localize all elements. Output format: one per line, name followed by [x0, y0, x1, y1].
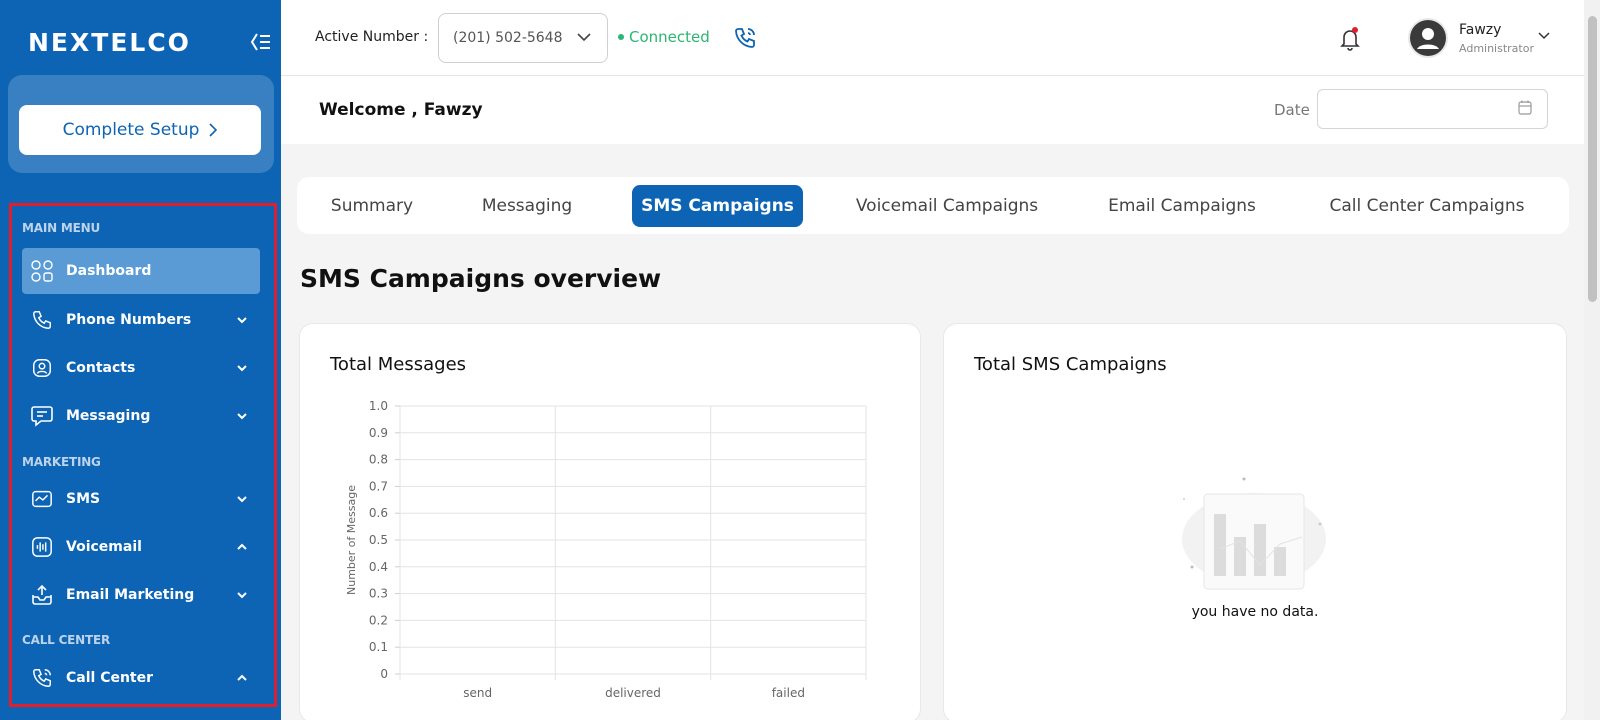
chevron-up-icon — [237, 674, 247, 681]
active-number-value: (201) 502-5648 — [453, 30, 563, 46]
date-label: Date — [1274, 101, 1310, 119]
phone-call-icon[interactable] — [733, 26, 757, 54]
phone-icon — [30, 308, 54, 332]
email-tray-icon — [30, 583, 54, 607]
y-tick-label: 0.7 — [369, 479, 388, 493]
section-marketing: MARKETING — [22, 455, 101, 469]
sidebar-item-label: Messaging — [66, 408, 151, 424]
tab-email-campaigns[interactable]: Email Campaigns — [1097, 185, 1267, 227]
y-tick-label: 0.4 — [369, 560, 388, 574]
y-axis-label: Number of Message — [345, 485, 358, 595]
sidebar-item-email-marketing[interactable]: Email Marketing — [22, 572, 260, 618]
y-tick-label: 0.1 — [369, 640, 388, 654]
total-campaigns-card: Total SMS Campaigns you have no data. — [943, 323, 1567, 720]
setup-panel: Complete Setup — [8, 75, 274, 173]
tab-call-center-campaigns[interactable]: Call Center Campaigns — [1317, 185, 1537, 227]
sidebar-item-messaging[interactable]: Messaging — [22, 393, 260, 439]
sidebar-item-label: SMS — [66, 491, 101, 507]
tab-sms-campaigns[interactable]: SMS Campaigns — [632, 185, 803, 227]
total-messages-chart: 0 0.1 0.2 0.3 0.4 0.5 0.6 0.7 0.8 0.9 1.0 send deliv… — [345, 399, 867, 700]
phone-call-icon — [30, 666, 54, 690]
sidebar-item-label: Email Marketing — [66, 587, 195, 603]
no-data-message: you have no data. — [1191, 604, 1319, 620]
chevron-down-icon — [237, 413, 247, 420]
sidebar-item-call-center[interactable]: Call Center — [22, 655, 260, 701]
campaign-tabs: Summary Messaging SMS Campaigns Voicemai… — [297, 177, 1569, 234]
calendar-icon[interactable] — [1518, 100, 1532, 115]
complete-setup-label: Complete Setup — [62, 120, 200, 140]
y-tick-label: 0 — [380, 667, 388, 681]
collapse-sidebar-icon[interactable] — [249, 32, 271, 52]
y-tick-label: 1.0 — [369, 399, 388, 413]
welcome-message: Welcome , Fawzy — [319, 100, 483, 120]
y-tick-label: 0.9 — [369, 426, 388, 440]
chevron-up-icon — [237, 543, 247, 550]
connection-status-label: Connected — [629, 28, 710, 46]
sidebar-item-label: Phone Numbers — [66, 312, 192, 328]
sidebar-item-label: Voicemail — [66, 539, 142, 555]
status-dot — [618, 34, 624, 40]
voicemail-icon — [30, 535, 54, 559]
user-role: Administrator — [1459, 42, 1534, 55]
page-title: SMS Campaigns overview — [300, 264, 662, 293]
tab-summary[interactable]: Summary — [317, 185, 427, 227]
sidebar: NEXTELCO Complete Setup MAIN MENU Dashbo… — [0, 0, 281, 720]
y-tick-label: 0.3 — [369, 587, 388, 601]
sidebar-item-voicemail[interactable]: Voicemail — [22, 524, 260, 570]
scrollbar-thumb[interactable] — [1588, 16, 1597, 302]
section-main-menu: MAIN MENU — [22, 221, 101, 235]
chevron-down-icon — [237, 365, 247, 372]
chevron-down-icon — [1538, 32, 1550, 40]
y-tick-label: 0.6 — [369, 506, 388, 520]
y-tick-label: 0.8 — [369, 453, 388, 467]
active-number-label: Active Number : — [315, 29, 429, 45]
user-menu[interactable]: Fawzy Administrator — [1408, 18, 1568, 62]
chevron-down-icon — [237, 592, 247, 599]
chevron-right-icon — [209, 123, 218, 137]
sidebar-item-dashboard[interactable]: Dashboard — [22, 248, 260, 294]
message-icon — [30, 404, 54, 428]
x-tick-label: delivered — [605, 686, 661, 700]
sidebar-item-label: Contacts — [66, 360, 136, 376]
section-call-center: CALL CENTER — [22, 633, 111, 647]
sidebar-item-label: Dashboard — [66, 263, 152, 279]
x-tick-label: failed — [772, 686, 805, 700]
sidebar-item-label: Call Center — [66, 670, 154, 686]
app-logo: NEXTELCO — [28, 28, 191, 57]
chevron-down-icon — [237, 317, 247, 324]
page-scrollbar[interactable] — [1584, 0, 1600, 720]
connection-status: Connected — [618, 28, 710, 46]
y-tick-label: 0.5 — [369, 533, 388, 547]
card-title: Total SMS Campaigns — [974, 354, 1167, 375]
sidebar-item-phone-numbers[interactable]: Phone Numbers — [22, 297, 260, 343]
empty-chart-illustration-icon — [1182, 477, 1326, 590]
sidebar-item-sms[interactable]: SMS — [22, 476, 260, 522]
top-header: Active Number : (201) 502-5648 Connected… — [281, 0, 1584, 76]
tab-messaging[interactable]: Messaging — [467, 185, 587, 227]
y-tick-label: 0.2 — [369, 613, 388, 627]
avatar — [1408, 18, 1448, 58]
tab-voicemail-campaigns[interactable]: Voicemail Campaigns — [847, 185, 1047, 227]
welcome-bar: Welcome , Fawzy Date — [281, 76, 1584, 144]
contact-icon — [30, 356, 54, 380]
sidebar-item-contacts[interactable]: Contacts — [22, 345, 260, 391]
notification-bell-icon[interactable] — [1338, 26, 1362, 56]
complete-setup-button[interactable]: Complete Setup — [19, 105, 261, 155]
x-tick-label: send — [463, 686, 492, 700]
total-messages-card: Total Messages 0 0.1 0.2 0.3 0.4 0.5 0.6 0.7 0.8… — [299, 323, 921, 720]
active-number-select[interactable]: (201) 502-5648 — [438, 13, 608, 63]
chevron-down-icon — [237, 496, 247, 503]
user-name: Fawzy — [1459, 22, 1502, 38]
sms-icon — [30, 487, 54, 511]
date-input[interactable] — [1317, 89, 1548, 129]
grid-icon — [30, 259, 54, 283]
chevron-down-icon — [577, 33, 591, 42]
